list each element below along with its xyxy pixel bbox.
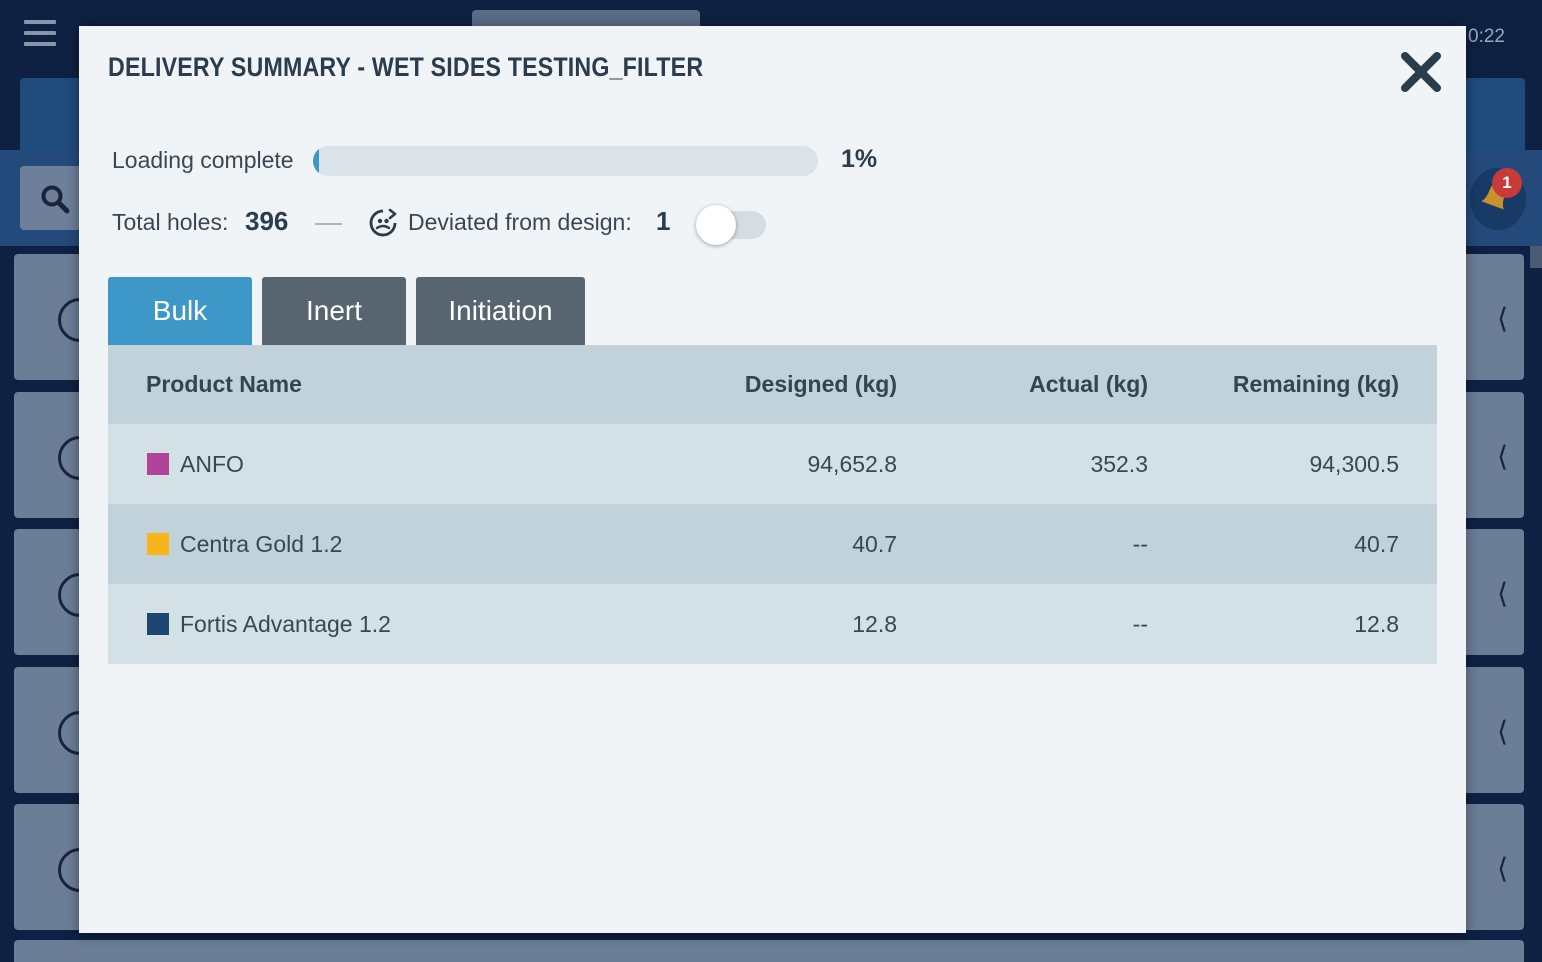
remaining-value: 40.7: [1354, 531, 1399, 557]
chevron-left-icon: ⟨: [1497, 578, 1508, 609]
modal-title: DELIVERY SUMMARY - WET SIDES TESTING_FIL…: [108, 52, 704, 82]
chevron-left-icon: ⟨: [1497, 441, 1508, 472]
column-header-actual: Actual (kg): [1029, 371, 1148, 397]
scrollbar-thumb[interactable]: [1530, 246, 1542, 268]
table-row: Fortis Advantage 1.2 12.8 -- 12.8: [108, 584, 1437, 664]
total-holes-value: 396: [245, 206, 289, 236]
loading-complete-label: Loading complete: [112, 147, 294, 173]
remaining-value: 12.8: [1354, 611, 1399, 637]
deviation-icon: [369, 208, 397, 237]
table-row: ANFO 94,652.8 352.3 94,300.5: [108, 424, 1437, 504]
product-color-swatch: [147, 453, 169, 475]
table-row: Centra Gold 1.2 40.7 -- 40.7: [108, 504, 1437, 584]
separator-dash: [315, 223, 342, 225]
search-icon: [41, 185, 70, 214]
deviated-filter-toggle[interactable]: [696, 205, 766, 245]
toggle-knob: [696, 205, 736, 245]
loading-percent: 1%: [841, 145, 878, 173]
product-name: ANFO: [180, 451, 244, 477]
column-header-remaining: Remaining (kg): [1232, 371, 1399, 397]
remaining-value: 94,300.5: [1309, 451, 1399, 477]
close-button[interactable]: [1397, 48, 1445, 96]
actual-value: 352.3: [1090, 451, 1148, 477]
loading-progress-fill: [313, 146, 320, 176]
deviated-from-design-value: 1: [656, 206, 671, 236]
product-name: Fortis Advantage 1.2: [180, 611, 391, 637]
deviated-from-design-label: Deviated from design:: [408, 209, 632, 235]
product-color-swatch: [147, 533, 169, 555]
product-table: Product Name Designed (kg) Actual (kg) R…: [108, 345, 1437, 664]
hamburger-menu-icon[interactable]: [24, 20, 56, 48]
chevron-left-icon: ⟨: [1497, 303, 1508, 334]
tab-inert[interactable]: Inert: [262, 277, 406, 345]
total-holes-label: Total holes:: [112, 209, 229, 235]
tab-initiation[interactable]: Initiation: [416, 277, 585, 345]
actual-value: --: [1132, 611, 1148, 637]
product-name: Centra Gold 1.2: [180, 531, 343, 557]
product-color-swatch: [147, 613, 169, 635]
chevron-left-icon: ⟨: [1497, 716, 1508, 747]
delivery-summary-modal: DELIVERY SUMMARY - WET SIDES TESTING_FIL…: [79, 26, 1466, 933]
designed-value: 12.8: [852, 611, 897, 637]
close-icon: [1401, 52, 1441, 92]
clock-time: 0:22: [1468, 26, 1505, 47]
table-header-row: Product Name Designed (kg) Actual (kg) R…: [108, 345, 1437, 424]
list-item-partial: [14, 940, 1524, 962]
notification-badge: 1: [1492, 168, 1522, 198]
tab-bulk[interactable]: Bulk: [108, 277, 252, 345]
designed-value: 94,652.8: [807, 451, 897, 477]
actual-value: --: [1132, 531, 1148, 557]
chevron-left-icon: ⟨: [1497, 853, 1508, 884]
column-header-product: Product Name: [146, 371, 302, 397]
designed-value: 40.7: [852, 531, 897, 557]
loading-progress-bar: [313, 146, 818, 176]
column-header-designed: Designed (kg): [744, 371, 897, 397]
